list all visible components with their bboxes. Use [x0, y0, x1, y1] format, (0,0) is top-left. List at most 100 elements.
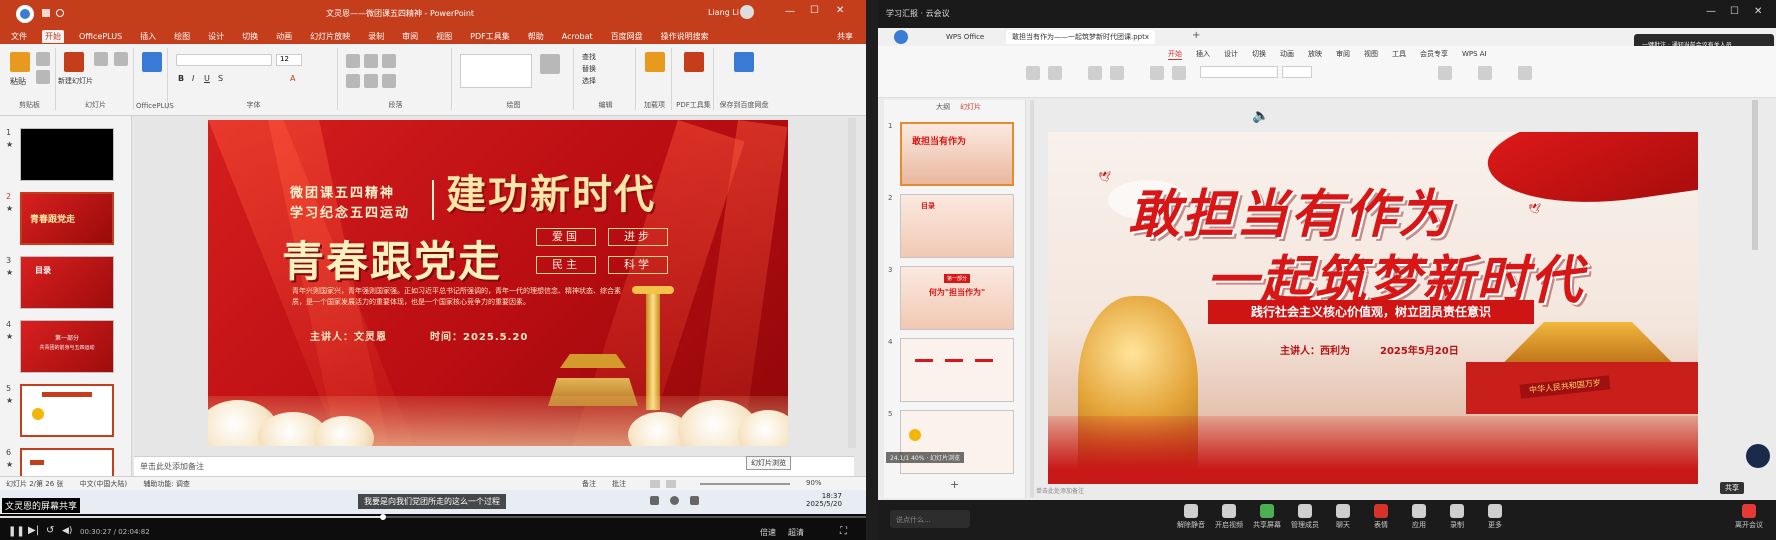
baidu-cloud-icon[interactable]	[734, 52, 754, 72]
tab-animations[interactable]: 动画	[273, 30, 295, 43]
italic-icon[interactable]: I	[192, 74, 194, 83]
replay-icon[interactable]: ↺	[46, 525, 54, 536]
share-button[interactable]: 共享	[834, 30, 856, 43]
shapes-icon[interactable]	[1438, 66, 1452, 80]
cut-icon[interactable]	[36, 52, 50, 66]
new-slide-icon[interactable]	[64, 52, 84, 72]
menu-tools[interactable]: 工具	[1392, 49, 1406, 59]
line-spacing-icon[interactable]	[382, 54, 396, 68]
tab-pdf[interactable]: PDF工具集	[467, 30, 513, 43]
align-left-icon[interactable]	[346, 74, 360, 88]
find-icon[interactable]	[1518, 66, 1532, 80]
apps-button[interactable]: 应用	[1402, 504, 1436, 530]
font-name-select[interactable]	[176, 54, 272, 66]
record-button[interactable]: 录制	[1440, 504, 1474, 530]
add-slide-button[interactable]: +	[950, 478, 959, 491]
menu-home[interactable]: 开始	[1168, 49, 1182, 60]
wps-notes-hint[interactable]: 单击此处添加备注	[1036, 486, 1084, 495]
wps-slide-thumbnail-5[interactable]	[900, 410, 1014, 474]
slide-scrollbar[interactable]	[1752, 100, 1758, 250]
user-name[interactable]: Liang Li	[708, 8, 739, 17]
chat-input[interactable]: 说点什么...	[890, 510, 970, 528]
reuse-slide-icon[interactable]	[114, 52, 128, 66]
clock[interactable]: 18:37 2025/5/20	[806, 492, 842, 508]
tab-view[interactable]: 视图	[433, 30, 455, 43]
align-center-icon[interactable]	[364, 74, 378, 88]
notes-toggle[interactable]: 备注	[582, 479, 596, 489]
strikethrough-icon[interactable]: S	[218, 74, 223, 83]
tab-design[interactable]: 设计	[205, 30, 227, 43]
new-tab-icon[interactable]: +	[1192, 30, 1200, 41]
comments-toggle[interactable]: 批注	[612, 479, 626, 489]
find-button[interactable]: 查找	[582, 52, 596, 62]
wps-slide-thumbnail-2[interactable]: 目录	[900, 194, 1014, 258]
tab-help[interactable]: 帮助	[525, 30, 547, 43]
tab-slides[interactable]: 幻灯片	[960, 102, 981, 112]
wifi-icon[interactable]	[670, 496, 679, 505]
share-screen-button[interactable]: 共享屏幕	[1250, 504, 1284, 530]
reaction-button[interactable]: 表情	[1364, 504, 1398, 530]
menu-insert[interactable]: 插入	[1196, 49, 1210, 59]
progress-handle[interactable]	[380, 514, 386, 520]
close-icon[interactable]: ✕	[836, 5, 844, 16]
slide-thumbnail-5[interactable]	[20, 384, 114, 437]
speed-button[interactable]: 倍速	[760, 527, 776, 538]
numbering-icon[interactable]	[364, 54, 378, 68]
wps-slide-thumbnail-4[interactable]	[900, 338, 1014, 402]
minimize-icon[interactable]: —	[1706, 6, 1716, 17]
pdf-icon[interactable]	[684, 52, 704, 72]
menu-view[interactable]: 视图	[1364, 49, 1378, 59]
tab-baidu[interactable]: 百度网盘	[608, 30, 646, 43]
slide-thumbnail-3[interactable]: 目录	[20, 256, 114, 309]
tell-me-search[interactable]: 操作说明搜索	[658, 30, 712, 43]
picture-icon[interactable]	[1172, 66, 1186, 80]
menu-design[interactable]: 设计	[1224, 49, 1238, 59]
thumb-pane-splitter[interactable]	[1030, 100, 1034, 498]
font-size-select[interactable]: 12	[276, 54, 302, 66]
menu-animation[interactable]: 动画	[1280, 49, 1294, 59]
arrange-icon[interactable]	[540, 54, 560, 74]
slide-scrollbar[interactable]	[848, 118, 856, 448]
arrange-icon[interactable]	[1478, 66, 1492, 80]
paste-icon[interactable]	[1026, 66, 1040, 80]
ai-assistant-icon[interactable]	[1746, 444, 1770, 468]
maximize-icon[interactable]: ☐	[810, 5, 819, 16]
layout-icon[interactable]	[1110, 66, 1124, 80]
font-color-icon[interactable]: A	[290, 74, 295, 83]
accessibility-status[interactable]: 辅助功能: 调查	[143, 480, 190, 488]
menu-member[interactable]: 会员专享	[1420, 49, 1448, 59]
tab-file[interactable]: 文件	[8, 30, 30, 43]
tab-outline[interactable]: 大纲	[936, 102, 950, 112]
copy-icon[interactable]	[36, 70, 50, 84]
menu-transitions[interactable]: 切换	[1252, 49, 1266, 59]
slide-thumbnail-4[interactable]: 第一部分 共青团的前身与五四运动	[20, 320, 114, 373]
fullscreen-icon[interactable]: ⛶	[840, 526, 847, 537]
wps-slide-thumbnail-1[interactable]: 敢担当有作为	[900, 122, 1014, 186]
underline-icon[interactable]: U	[204, 74, 210, 83]
bullets-icon[interactable]	[346, 54, 360, 68]
chat-button[interactable]: 聊天	[1326, 504, 1360, 530]
more-button[interactable]: 更多	[1478, 504, 1512, 530]
textbox-icon[interactable]	[1150, 66, 1164, 80]
tab-insert[interactable]: 插入	[137, 30, 159, 43]
wps-slide-thumbnail-3[interactable]: 第一部分 何为"担当作为"	[900, 266, 1014, 330]
video-button[interactable]: 开启视频	[1212, 504, 1246, 530]
tab-document[interactable]: 敢担当有作为——一起筑梦新时代团课.pptx	[1006, 30, 1155, 44]
font-size-select[interactable]	[1282, 66, 1312, 78]
tab-transitions[interactable]: 切换	[239, 30, 261, 43]
next-icon[interactable]: ▶|	[28, 525, 39, 536]
avatar[interactable]	[740, 5, 754, 19]
new-slide-icon[interactable]	[1088, 66, 1102, 80]
select-button[interactable]: 选择	[582, 76, 596, 86]
tab-slideshow[interactable]: 幻灯片放映	[307, 30, 353, 43]
menu-slideshow[interactable]: 放映	[1308, 49, 1322, 59]
language-status[interactable]: 中文(中国大陆)	[80, 480, 127, 488]
menu-wps-ai[interactable]: WPS AI	[1462, 50, 1487, 58]
undo-icon[interactable]	[56, 9, 64, 17]
volume-icon[interactable]: ◀)	[62, 526, 72, 536]
quality-button[interactable]: 超清	[788, 527, 804, 538]
tab-officeplus[interactable]: OfficePLUS	[76, 31, 125, 42]
officeplus-icon[interactable]	[142, 52, 162, 72]
slide-thumbnail-6[interactable]	[20, 448, 114, 476]
leave-button[interactable]: 离开会议	[1732, 504, 1766, 530]
